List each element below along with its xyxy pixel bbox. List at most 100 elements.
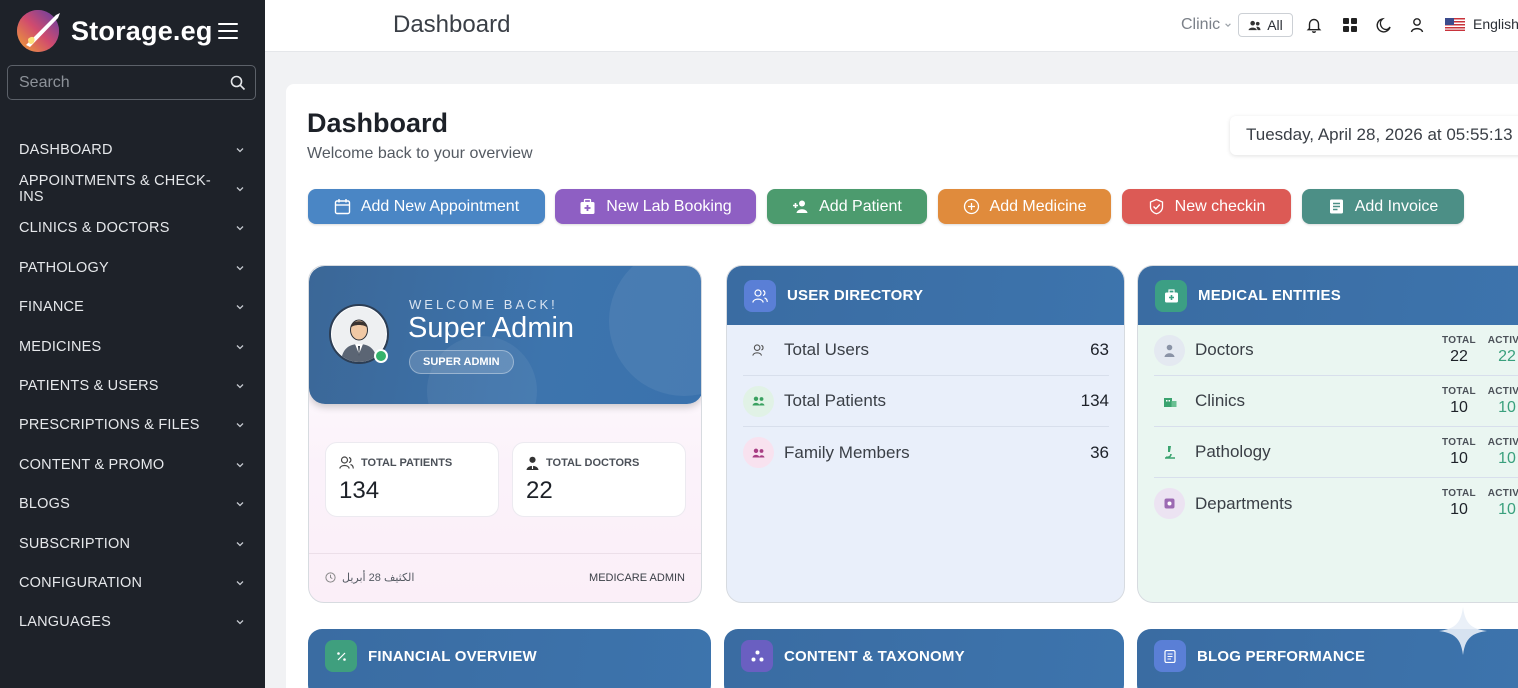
sidebar-nav: DASHBOARD APPOINTMENTS & CHECK-INS CLINI… <box>0 130 265 642</box>
clock-icon <box>325 572 336 583</box>
chevron-down-icon <box>236 265 244 271</box>
percent-icon <box>325 640 357 672</box>
row-label: Doctors <box>1195 340 1254 359</box>
sidebar-item-medicines[interactable]: MEDICINES <box>0 327 265 366</box>
list-item[interactable]: Total Users 63 <box>743 325 1109 376</box>
calendar-icon <box>334 199 351 215</box>
clinic-select[interactable]: Clinic <box>1181 16 1232 34</box>
add-medicine-button[interactable]: Add Medicine <box>938 189 1111 224</box>
row-label: Pathology <box>1195 442 1271 461</box>
action-label: Add Invoice <box>1354 197 1439 215</box>
chevron-down-icon <box>236 305 244 310</box>
list-item[interactable]: Doctors TOTAL22 ACTIVE22 <box>1154 325 1518 376</box>
add-patient-button[interactable]: Add Patient <box>767 189 927 224</box>
card-title: MEDICAL ENTITIES <box>1198 287 1341 304</box>
financial-overview-card: FINANCIAL OVERVIEW <box>308 629 711 688</box>
new-lab-booking-button[interactable]: New Lab Booking <box>555 189 756 224</box>
chevron-down-icon <box>236 344 244 350</box>
card-header: MEDICAL ENTITIES <box>1138 266 1518 325</box>
check-badge-icon <box>1149 198 1163 215</box>
sidebar-item-label: CONTENT & PROMO <box>19 456 165 473</box>
sidebar-item-dashboard[interactable]: DASHBOARD <box>0 130 265 169</box>
microscope-icon <box>1154 437 1185 468</box>
lab-kit-icon <box>580 198 595 214</box>
chevron-down-icon <box>236 462 244 468</box>
sidebar-item-label: PRESCRIPTIONS & FILES <box>19 417 200 434</box>
user-name: Super Admin <box>408 312 575 344</box>
sidebar-item-label: PATIENTS & USERS <box>19 378 159 395</box>
action-label: New checkin <box>1174 197 1266 215</box>
add-new-appointment-button[interactable]: Add New Appointment <box>308 189 545 224</box>
department-icon <box>1154 488 1185 519</box>
action-label: Add New Appointment <box>360 197 520 215</box>
sidebar-item-content-promo[interactable]: CONTENT & PROMO <box>0 445 265 484</box>
stat-label: TOTAL PATIENTS <box>361 456 453 469</box>
sidebar-item-finance[interactable]: FINANCE <box>0 288 265 327</box>
grid-icon[interactable] <box>1341 16 1359 34</box>
menu-toggle-button[interactable] <box>218 23 238 39</box>
list-item[interactable]: Departments TOTAL10 ACTIVE10 <box>1154 478 1518 529</box>
search-icon[interactable] <box>230 75 246 91</box>
all-filter-button[interactable]: All <box>1238 13 1293 37</box>
footer-date-text: الكثيف 28 أبريل <box>342 572 415 584</box>
total-doctors-stat: TOTAL DOCTORS 22 <box>512 442 686 517</box>
sidebar: Storage.eg DASHBOARD APPOINTMENTS & CHEC… <box>0 0 265 688</box>
sidebar-item-patients-users[interactable]: PATIENTS & USERS <box>0 366 265 405</box>
datetime-display: Tuesday, April 28, 2026 at 05:55:13 PM <box>1230 116 1518 155</box>
sidebar-item-configuration[interactable]: CONFIGURATION <box>0 563 265 602</box>
family-icon <box>743 437 774 468</box>
action-label: Add Patient <box>819 197 902 215</box>
chevron-down-icon <box>236 384 244 389</box>
invoice-icon <box>1329 199 1343 214</box>
sidebar-item-label: CLINICS & DOCTORS <box>19 220 170 237</box>
moon-icon[interactable] <box>1375 16 1393 34</box>
row-value: 134 <box>1080 391 1109 410</box>
us-flag-icon <box>1445 17 1465 31</box>
sidebar-item-pathology[interactable]: PATHOLOGY <box>0 248 265 287</box>
medical-entities-card: MEDICAL ENTITIES Doctors TOTAL22 ACTIVE2… <box>1137 265 1518 603</box>
patients-icon <box>743 385 774 417</box>
list-item[interactable]: Clinics TOTAL10 ACTIVE10 <box>1154 376 1518 427</box>
card-title: BLOG PERFORMANCE <box>1197 647 1366 665</box>
chevron-down-icon <box>236 502 244 507</box>
add-invoice-button[interactable]: Add Invoice <box>1302 189 1464 224</box>
sidebar-item-clinics[interactable]: CLINICS & DOCTORS <box>0 209 265 248</box>
search-input[interactable] <box>19 74 224 92</box>
language-select[interactable]: English <box>1445 16 1518 32</box>
chevron-down-icon <box>236 620 244 625</box>
list-item[interactable]: Family Members 36 <box>743 427 1109 478</box>
new-checkin-button[interactable]: New checkin <box>1122 189 1291 224</box>
brand[interactable]: Storage.eg <box>16 9 213 53</box>
sidebar-item-appointments[interactable]: APPOINTMENTS & CHECK-INS <box>0 169 265 208</box>
sidebar-item-label: DASHBOARD <box>19 141 113 158</box>
sidebar-item-label: MEDICINES <box>19 338 102 355</box>
sidebar-item-subscription[interactable]: SUBSCRIPTION <box>0 524 265 563</box>
active-count: ACTIVE10 <box>1487 386 1518 416</box>
active-count: ACTIVE10 <box>1487 437 1518 467</box>
user-directory-card: USER DIRECTORY Total Users 63 Total Pati… <box>726 265 1125 603</box>
content-taxonomy-card: CONTENT & TAXONOMY <box>724 629 1124 688</box>
user-directory-icon <box>744 279 776 312</box>
chevron-down-icon <box>236 226 244 231</box>
chevron-down-icon <box>1225 23 1231 27</box>
users-icon <box>743 335 774 366</box>
sidebar-item-label: PATHOLOGY <box>19 259 109 276</box>
action-label: New Lab Booking <box>606 197 732 215</box>
user-icon[interactable] <box>1408 16 1426 34</box>
list-item[interactable]: Total Patients 134 <box>743 376 1109 427</box>
sidebar-item-label: BLOGS <box>19 496 70 513</box>
sidebar-item-blogs[interactable]: BLOGS <box>0 485 265 524</box>
search-box <box>7 65 256 100</box>
row-label: Departments <box>1195 493 1293 513</box>
welcome-footer-date: الكثيف 28 أبريل <box>325 571 414 584</box>
sidebar-item-languages[interactable]: LANGUAGES <box>0 603 265 642</box>
card-header: USER DIRECTORY <box>727 266 1124 325</box>
bell-icon[interactable] <box>1305 16 1323 34</box>
row-label: Family Members <box>784 442 910 462</box>
clinic-select-label: Clinic <box>1181 16 1221 33</box>
page-subtitle: Welcome back to your overview <box>307 145 533 162</box>
doctor-icon <box>526 456 539 470</box>
sidebar-item-prescriptions[interactable]: PRESCRIPTIONS & FILES <box>0 406 265 445</box>
list-item[interactable]: Pathology TOTAL10 ACTIVE10 <box>1154 427 1518 478</box>
chevron-down-icon <box>236 541 244 547</box>
